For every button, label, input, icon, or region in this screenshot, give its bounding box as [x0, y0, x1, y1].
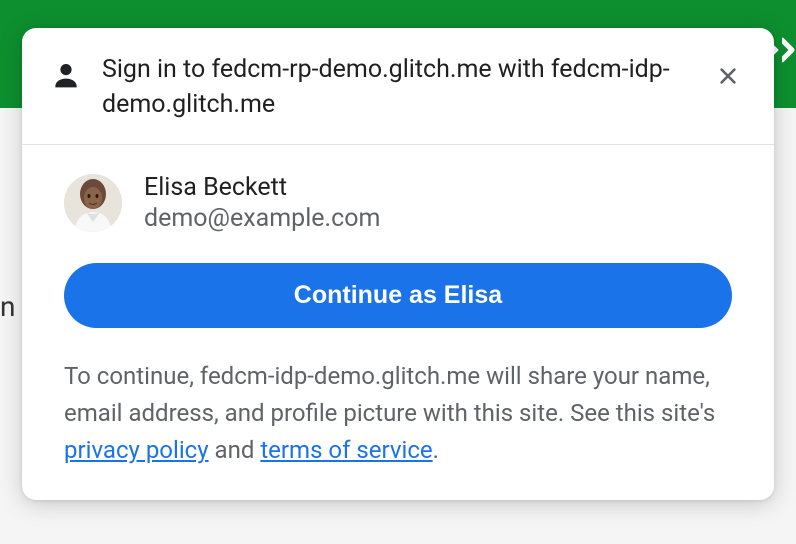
close-button[interactable]: [710, 58, 746, 94]
close-icon: [717, 65, 739, 87]
account-name: Elisa Beckett: [144, 173, 380, 202]
account-row[interactable]: Elisa Beckett demo@example.com: [64, 173, 732, 233]
disclosure-suffix: .: [433, 436, 439, 464]
disclosure-prefix: To continue, fedcm-idp-demo.glitch.me wi…: [64, 362, 715, 427]
person-icon: [50, 52, 82, 92]
fedcm-signin-dialog: Sign in to fedcm-rp-demo.glitch.me with …: [22, 28, 774, 500]
dialog-title: Sign in to fedcm-rp-demo.glitch.me with …: [102, 52, 690, 122]
account-email: demo@example.com: [144, 204, 380, 233]
dialog-body: Elisa Beckett demo@example.com Continue …: [22, 145, 774, 500]
terms-of-service-link[interactable]: terms of service: [260, 436, 432, 464]
account-info: Elisa Beckett demo@example.com: [144, 173, 380, 233]
dialog-header: Sign in to fedcm-rp-demo.glitch.me with …: [22, 28, 774, 145]
avatar: [64, 174, 122, 232]
background-partial-text: n: [0, 290, 15, 323]
chevron-right-icon: [782, 36, 796, 64]
disclosure-connector: and: [209, 436, 261, 464]
disclosure-text: To continue, fedcm-idp-demo.glitch.me wi…: [64, 358, 732, 470]
privacy-policy-link[interactable]: privacy policy: [64, 436, 209, 464]
continue-button[interactable]: Continue as Elisa: [64, 263, 732, 328]
